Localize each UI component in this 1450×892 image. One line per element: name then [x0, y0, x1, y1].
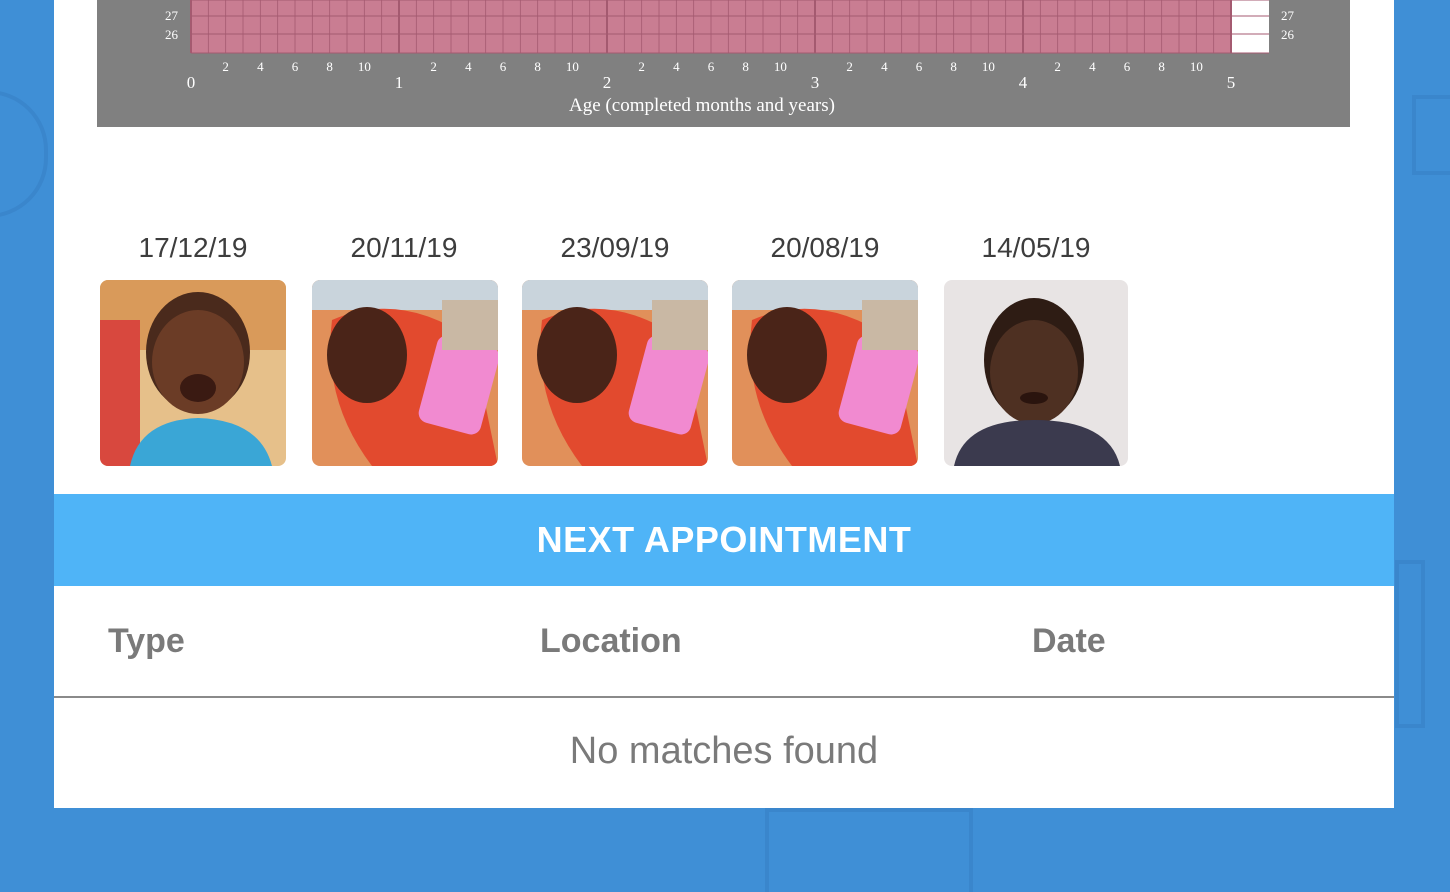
y-tick-label: 26	[165, 27, 179, 42]
child-photo-portrait-icon[interactable]	[944, 280, 1128, 466]
year-tick-label: 3	[811, 73, 820, 92]
month-tick-label: 10	[358, 59, 371, 74]
profile-card: 27 26 27 26 2 4 6 8 10 2 4 6 8 10 2 4 6 8 10 2 4 6 8 10 2 4 6 8 10 0 1…	[54, 0, 1394, 808]
background-decoration	[1395, 560, 1425, 728]
month-tick-label: 10	[566, 59, 579, 74]
photo-item[interactable]: 14/05/19	[943, 228, 1129, 466]
background-decoration	[0, 90, 48, 218]
child-photo-with-cup-icon[interactable]	[522, 280, 708, 466]
year-tick-label: 5	[1227, 73, 1236, 92]
month-tick-label: 10	[982, 59, 995, 74]
photo-date: 20/11/19	[350, 232, 458, 263]
month-tick-label: 8	[950, 59, 957, 74]
photo-date: 17/12/19	[138, 232, 248, 263]
photo-date: 23/09/19	[560, 232, 670, 263]
year-tick-label: 1	[395, 73, 404, 92]
growth-chart: 27 26 27 26 2 4 6 8 10 2 4 6 8 10 2 4 6 8 10 2 4 6 8 10 2 4 6 8 10 0 1…	[97, 0, 1350, 127]
background-decoration	[1412, 95, 1450, 175]
month-tick-label: 8	[326, 59, 333, 74]
chart-right-margin	[1231, 0, 1269, 53]
month-tick-label: 6	[1124, 59, 1131, 74]
column-header-type[interactable]: Type	[108, 622, 185, 661]
y-tick-label: 27	[165, 8, 179, 23]
y-tick-label: 27	[1281, 8, 1295, 23]
month-tick-label: 6	[500, 59, 507, 74]
child-photo-with-cup-icon[interactable]	[312, 280, 498, 466]
month-tick-label: 2	[430, 59, 437, 74]
x-axis-label: Age (completed months and years)	[569, 95, 835, 116]
month-tick-label: 4	[465, 59, 472, 74]
year-tick-label: 2	[603, 73, 612, 92]
month-tick-label: 8	[742, 59, 749, 74]
photo-item[interactable]: 23/09/19	[522, 228, 708, 466]
column-header-location[interactable]: Location	[540, 622, 682, 661]
month-tick-label: 2	[846, 59, 853, 74]
month-tick-label: 8	[534, 59, 541, 74]
column-header-date[interactable]: Date	[1032, 622, 1106, 661]
child-photo-smiling-icon[interactable]	[100, 280, 286, 466]
month-tick-label: 4	[881, 59, 888, 74]
appointment-table-header: Type Location Date	[54, 586, 1394, 698]
photo-date: 14/05/19	[981, 232, 1091, 263]
month-tick-label: 2	[222, 59, 229, 74]
photo-item[interactable]: 20/08/19	[732, 228, 918, 466]
month-tick-label: 6	[292, 59, 299, 74]
month-tick-label: 8	[1158, 59, 1165, 74]
month-tick-label: 4	[1089, 59, 1096, 74]
month-tick-label: 4	[673, 59, 680, 74]
month-tick-label: 6	[708, 59, 715, 74]
month-tick-label: 2	[1054, 59, 1061, 74]
child-photo-with-cup-icon[interactable]	[732, 280, 918, 466]
photo-item[interactable]: 17/12/19	[100, 228, 286, 466]
month-tick-label: 4	[257, 59, 264, 74]
background-decoration	[765, 808, 973, 892]
month-tick-label: 2	[638, 59, 645, 74]
photo-date: 20/08/19	[770, 232, 880, 263]
month-tick-label: 10	[1190, 59, 1203, 74]
year-tick-label: 4	[1019, 73, 1028, 92]
y-tick-label: 26	[1281, 27, 1295, 42]
photo-item[interactable]: 20/11/19	[311, 228, 498, 466]
month-tick-label: 6	[916, 59, 923, 74]
empty-table-message: No matches found	[569, 730, 879, 772]
year-tick-label: 0	[187, 73, 196, 92]
month-tick-label: 10	[774, 59, 787, 74]
next-appointment-header: NEXT APPOINTMENT	[54, 494, 1394, 586]
